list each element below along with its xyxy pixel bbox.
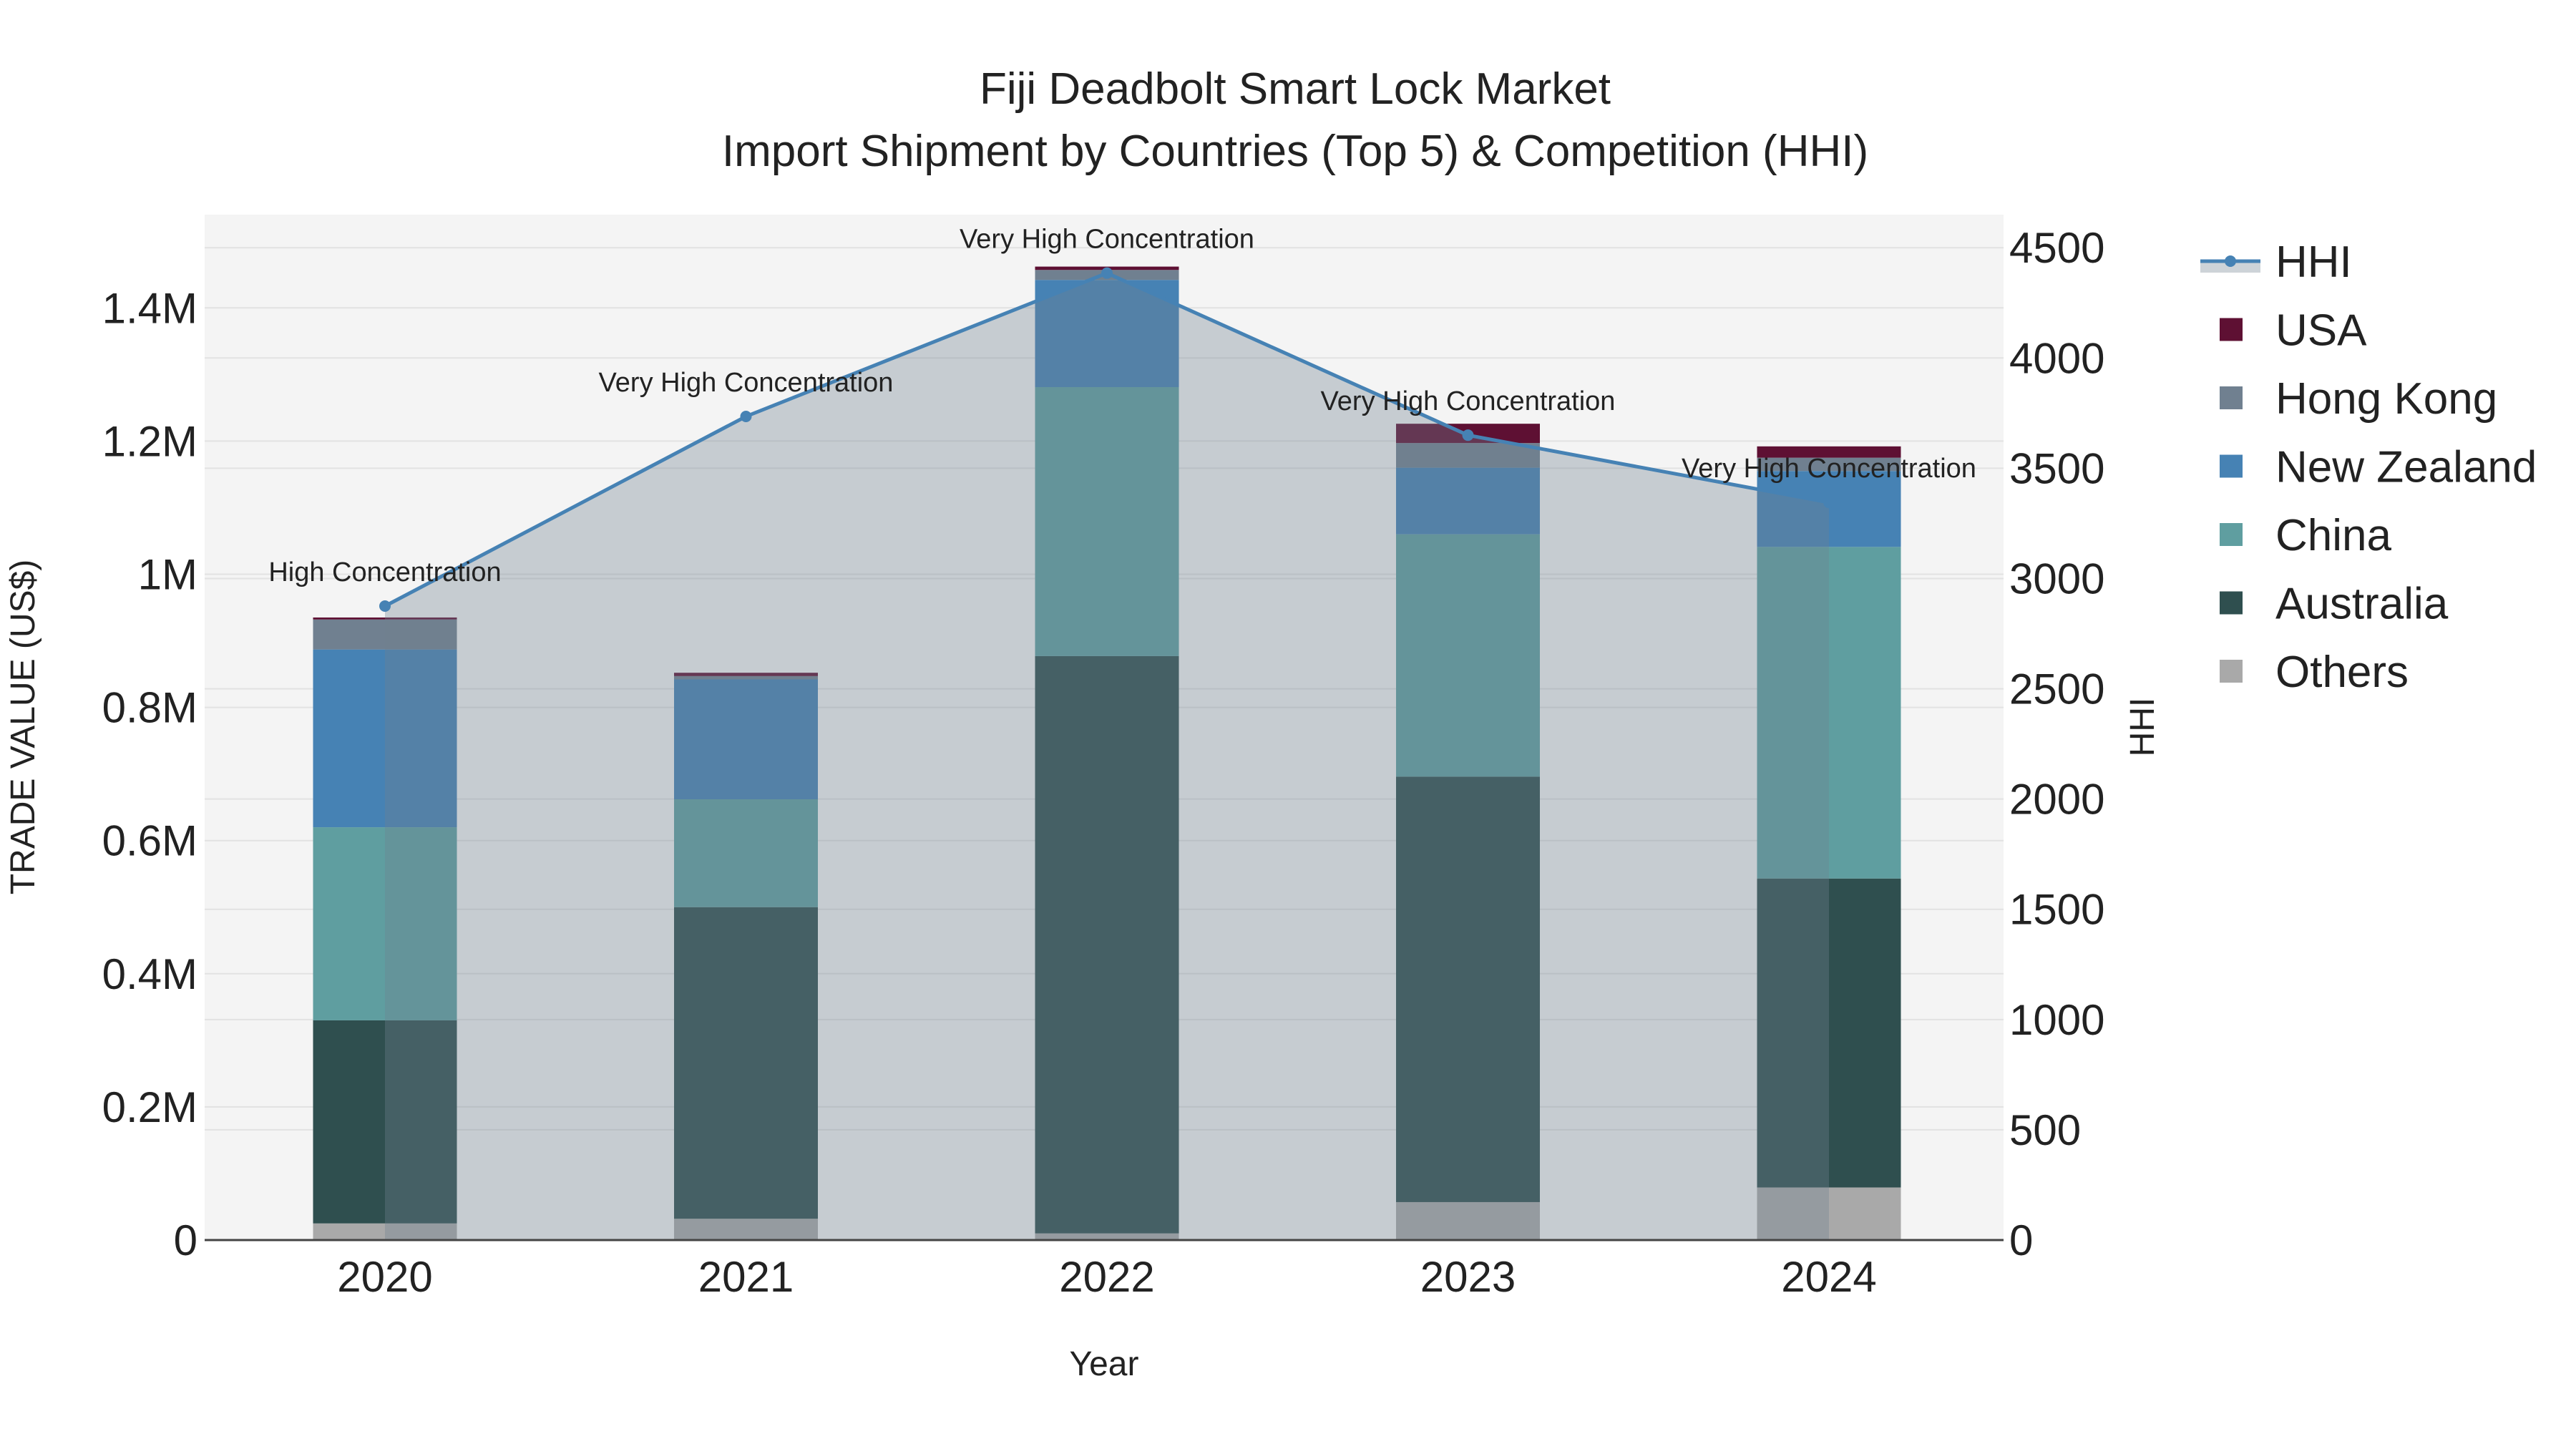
legend-swatch-others	[2220, 660, 2243, 683]
chart: High Concentration Very High Concentratio…	[4, 64, 2537, 1383]
x-tick-label: 2023	[1420, 1253, 1516, 1301]
y-tick-label: 0.4M	[102, 950, 197, 998]
legend-swatch-new-zealand	[2220, 454, 2243, 478]
x-tick-label: 2024	[1781, 1253, 1876, 1301]
hhi-point-2024	[1823, 497, 1835, 509]
legend-swatch-china	[2220, 523, 2243, 546]
y-tick-label: 1.2M	[102, 417, 197, 465]
legend-swatch-hong-kong	[2220, 386, 2243, 409]
chart-title: Fiji Deadbolt Smart Lock Market	[980, 64, 1611, 114]
legend-label-new-zealand: New Zealand	[2275, 443, 2537, 492]
y2-tick-label: 1500	[2009, 886, 2104, 934]
y-tick-label: 0.2M	[102, 1083, 197, 1131]
hhi-point-2020	[379, 600, 391, 613]
y-tick-label: 1.4M	[102, 284, 197, 332]
x-tick-label: 2020	[337, 1253, 432, 1301]
y2-tick-label: 2000	[2009, 776, 2104, 824]
y-tick-label: 0.8M	[102, 684, 197, 732]
legend-label-australia: Australia	[2275, 580, 2449, 629]
legend-label-usa: USA	[2275, 306, 2367, 356]
x-tick-label: 2021	[698, 1253, 794, 1301]
chart-subtitle: Import Shipment by Countries (Top 5) & C…	[722, 127, 1868, 176]
hhi-point-2023	[1462, 429, 1474, 441]
y-axis-title: TRADE VALUE (US$)	[4, 560, 42, 895]
legend-label-hhi: HHI	[2275, 238, 2352, 287]
hhi-annotation: Very High Concentration	[599, 368, 894, 398]
legend-label-china: China	[2275, 511, 2392, 560]
y2-tick-label: 1000	[2009, 996, 2104, 1044]
legend-swatch-australia	[2220, 591, 2243, 615]
hhi-annotation: Very High Concentration	[960, 225, 1254, 255]
legend-label-hong-kong: Hong Kong	[2275, 374, 2497, 424]
y2-tick-label: 3500	[2009, 444, 2104, 492]
y2-tick-label: 2500	[2009, 665, 2104, 713]
y2-tick-label: 4000	[2009, 334, 2104, 382]
y-tick-label: 0.6M	[102, 817, 197, 865]
y2-tick-label: 500	[2009, 1106, 2081, 1154]
legend-swatch-hhi-marker	[2225, 255, 2236, 267]
x-axis-title: Year	[1070, 1345, 1139, 1383]
y-tick-label: 0	[174, 1216, 197, 1264]
hhi-annotation: High Concentration	[268, 557, 501, 587]
hhi-point-2022	[1101, 267, 1113, 279]
x-tick-label: 2022	[1059, 1253, 1154, 1301]
hhi-annotation: Very High Concentration	[1682, 454, 1976, 484]
legend-swatch-usa	[2220, 318, 2243, 341]
y2-tick-label: 3000	[2009, 555, 2104, 602]
legend-label-others: Others	[2275, 648, 2409, 697]
legend: HHI USA Hong Kong New Zealand China Australia…	[2200, 238, 2537, 697]
y2-tick-label: 0	[2009, 1216, 2033, 1264]
hhi-annotation: Very High Concentration	[1321, 386, 1616, 416]
y-tick-label: 1M	[138, 550, 197, 598]
hhi-point-2021	[740, 410, 752, 422]
y2-tick-label: 4500	[2009, 224, 2104, 272]
y2-axis-title: HHI	[2124, 698, 2162, 757]
